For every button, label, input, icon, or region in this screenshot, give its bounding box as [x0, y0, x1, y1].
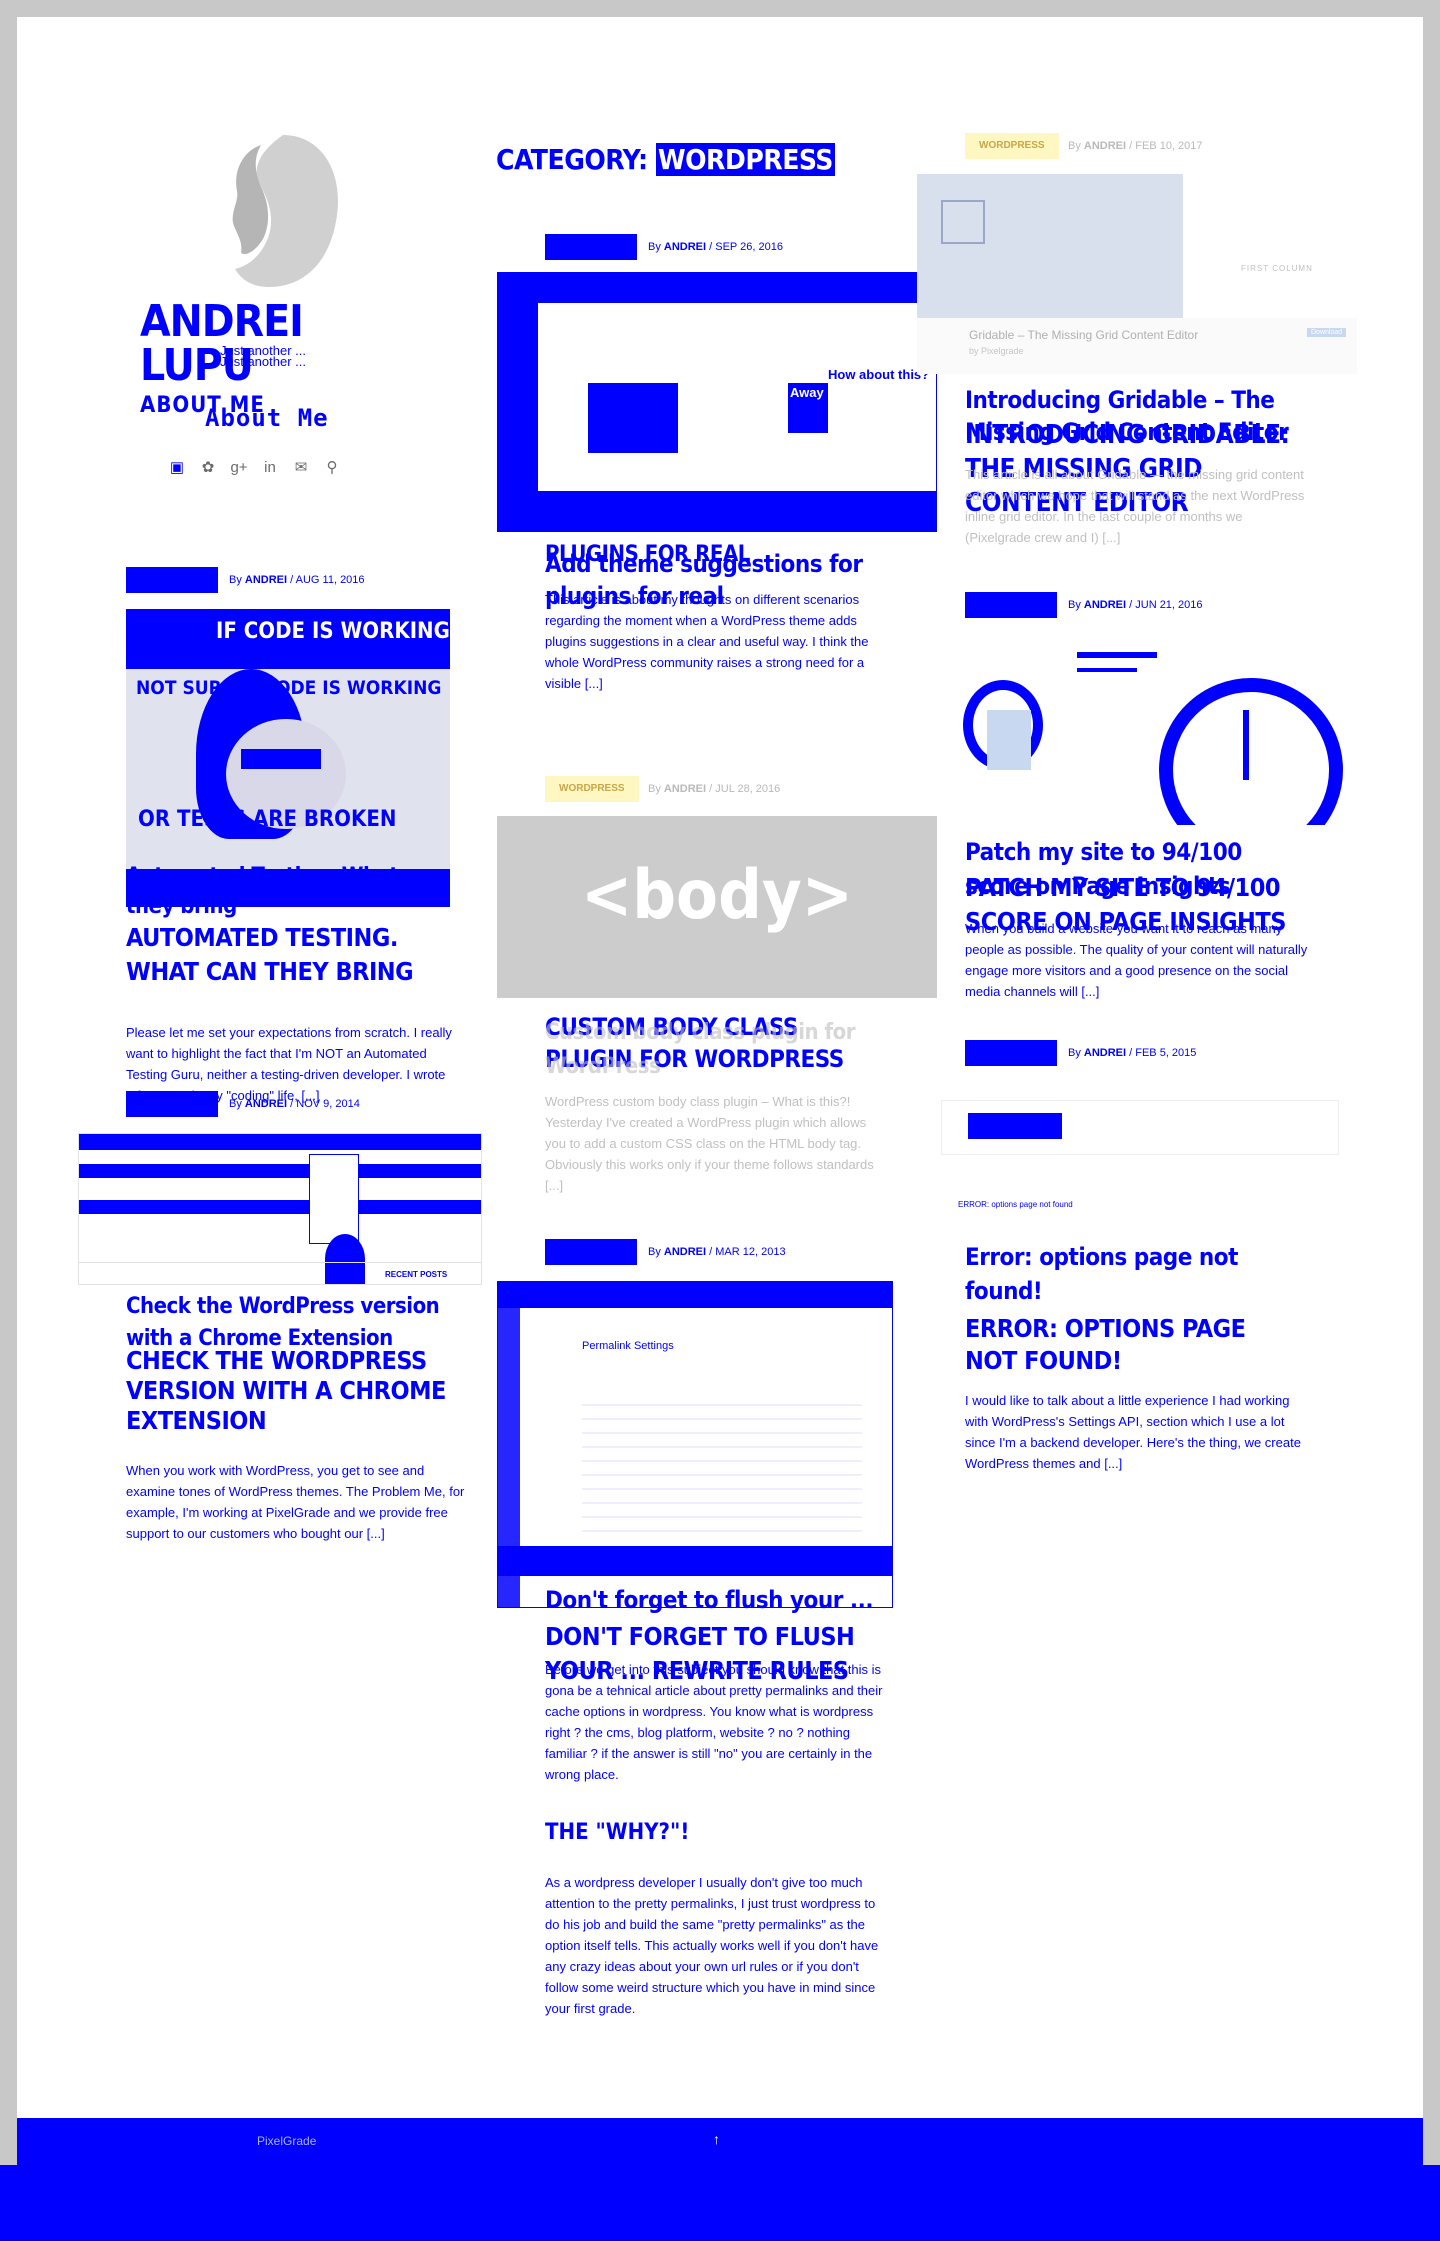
post-title-alt[interactable]: Automated Testing. What can they bring	[126, 862, 456, 922]
post-excerpt: When you work with WordPress, you get to…	[126, 1463, 465, 1541]
post-meta: By ANDREI / JUN 21, 2016	[1068, 599, 1203, 611]
post-thumbnail[interactable]: How about this? Away	[497, 272, 937, 532]
post-excerpt: When you build a website you want it to …	[965, 921, 1308, 999]
post-thumbnail[interactable]: FIRST COLUMN Gridable – The Missing Grid…	[917, 174, 1357, 374]
post-meta: By ANDREI / FEB 10, 2017	[1068, 140, 1203, 152]
footer-bottom-band	[0, 2165, 1440, 2241]
author-link[interactable]: ANDREI	[664, 1246, 706, 1258]
post-title[interactable]: AUTOMATED TESTING. WHAT CAN THEY BRING	[126, 921, 456, 989]
nav-about-link-alt[interactable]: About Me	[205, 404, 329, 432]
search-icon[interactable]: ⚲	[323, 459, 341, 477]
linkedin-icon[interactable]: in	[261, 459, 279, 477]
post-thumbnail[interactable]	[937, 630, 1361, 825]
footer-credit[interactable]: PixelGrade	[257, 2134, 316, 2148]
google-plus-icon[interactable]: g+	[230, 459, 248, 477]
post-thumbnail[interactable]: ERROR: options page not found	[941, 1100, 1339, 1155]
category-badge[interactable]	[126, 1091, 218, 1117]
thumb-byline: by Pixelgrade	[969, 346, 1024, 356]
thumb-away: Away	[790, 385, 824, 400]
post-thumbnail[interactable]: <body>	[497, 816, 937, 998]
author-link[interactable]: ANDREI	[245, 574, 287, 586]
email-icon[interactable]: ✉	[292, 459, 310, 477]
post-excerpt: This article is all about Gridable — the…	[965, 467, 1305, 545]
post-meta: By ANDREI / JUL 28, 2016	[648, 783, 781, 795]
category-badge[interactable]	[965, 1040, 1057, 1066]
category-badge[interactable]	[545, 234, 637, 260]
post-meta: By ANDREI / NOV 9, 2014	[229, 1098, 360, 1110]
post-title-alt[interactable]: Custom body class plugin for WordPress	[545, 1016, 875, 1084]
error-notice: ERROR: options page not found	[958, 1200, 1073, 1209]
post-meta: By ANDREI / AUG 11, 2016	[229, 574, 365, 586]
meme-top-text: IF CODE IS WORKING	[216, 619, 450, 644]
author-link[interactable]: ANDREI	[1084, 599, 1126, 611]
post-title-alt[interactable]: Don't forget to flush your ...	[545, 1583, 885, 1617]
post-excerpt: I would like to talk about a little expe…	[965, 1393, 1301, 1471]
thumb-download-button: Download	[1307, 328, 1347, 337]
post-excerpt: This article is about my thoughts on dif…	[545, 592, 869, 691]
category-badge[interactable]: WORDPRESS	[545, 776, 639, 802]
author-link[interactable]: ANDREI	[245, 1098, 287, 1110]
post-meta: By ANDREI / FEB 5, 2015	[1068, 1047, 1197, 1059]
thumb-callout: How about this?	[828, 367, 930, 382]
post-excerpt: Before we get into this subject you shou…	[545, 1662, 883, 1782]
post-title-alt[interactable]: Error: options page not found!	[965, 1240, 1305, 1308]
footer-bar	[17, 2118, 1423, 2165]
author-link[interactable]: ANDREI	[1084, 1047, 1126, 1059]
author-link[interactable]: ANDREI	[664, 783, 706, 795]
post-meta: By ANDREI / SEP 26, 2016	[648, 241, 783, 253]
author-link[interactable]: ANDREI	[1084, 140, 1126, 152]
linkedin-square-icon[interactable]: ▣	[168, 459, 186, 477]
body-tag-text: <body>	[580, 856, 854, 935]
category-badge[interactable]: WORDPRESS	[965, 133, 1059, 159]
author-link[interactable]: ANDREI	[664, 241, 706, 253]
meme-mid-text: NOT SURE IF CODE IS WORKING	[136, 677, 442, 699]
thumb-column-label: FIRST COLUMN	[1241, 264, 1313, 273]
post-excerpt-2: As a wordpress developer I usually don't…	[545, 1875, 879, 2016]
recent-posts-label: RECENT POSTS	[385, 1270, 448, 1279]
twitter-icon[interactable]: ✿	[199, 459, 217, 477]
category-badge[interactable]	[545, 1239, 637, 1265]
category-heading: CATEGORY: WORDPRESS	[496, 143, 835, 176]
post-thumbnail[interactable]: RECENT POSTS	[78, 1133, 482, 1285]
post-excerpt: WordPress custom body class plugin – Wha…	[545, 1094, 874, 1193]
category-badge[interactable]	[126, 567, 218, 593]
back-to-top-icon[interactable]: ↑	[713, 2131, 720, 2147]
thumb-settings-title: Permalink Settings	[582, 1340, 674, 1352]
post-meta: By ANDREI / MAR 12, 2013	[648, 1246, 786, 1258]
site-tagline: Just another ... Just another ...	[220, 343, 306, 369]
post-title[interactable]: ERROR: OPTIONS PAGE NOT FOUND!	[965, 1313, 1295, 1377]
meme-bottom-text: OR TESTS ARE BROKEN	[138, 807, 397, 832]
post-thumbnail[interactable]: Permalink Settings	[497, 1281, 893, 1608]
author-logo[interactable]	[213, 131, 345, 291]
social-links: ▣ ✿ g+ in ✉ ⚲	[168, 459, 341, 477]
category-badge[interactable]	[965, 592, 1057, 618]
thumb-caption: Gridable – The Missing Grid Content Edit…	[969, 328, 1199, 342]
post-subheading: THE "WHY?"!	[545, 1820, 690, 1845]
post-title[interactable]: CHECK THE WORDPRESS VERSION WITH A CHROM…	[126, 1346, 456, 1436]
